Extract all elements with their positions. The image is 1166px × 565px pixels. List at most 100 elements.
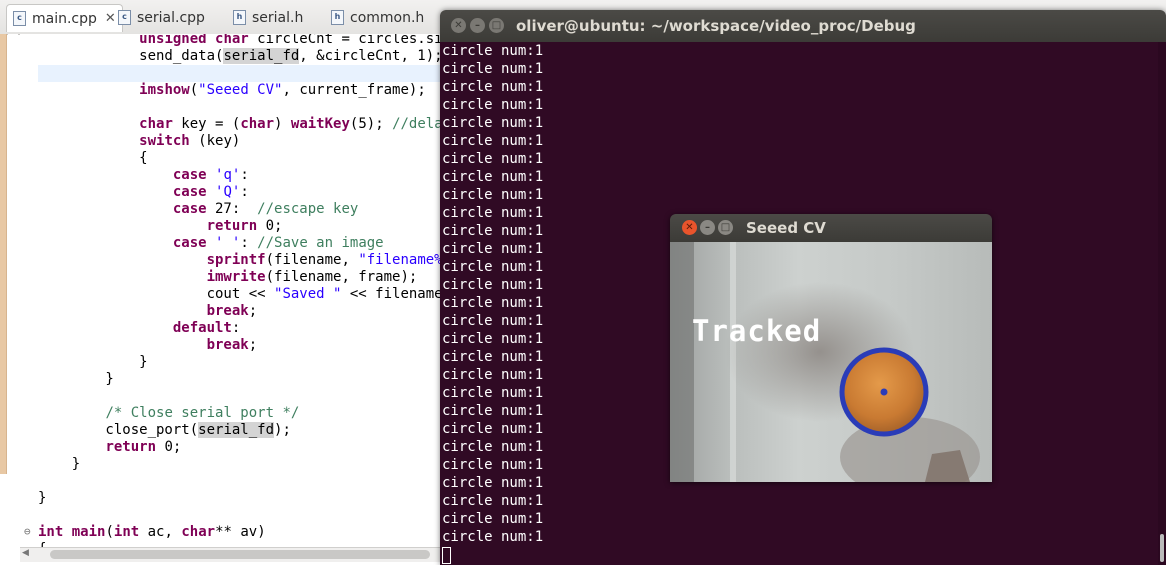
terminal-line: circle num:1 [442,205,544,221]
code-line: break; [38,303,258,320]
seeed-cv-window[interactable]: ✕ – □ Seeed CV Tracked [670,214,992,482]
close-window-icon[interactable]: ✕ [451,18,466,33]
terminal-scrollbar[interactable] [1158,42,1166,565]
code-token: ac, [139,524,182,540]
code-token: waitKey [290,116,350,132]
terminal-line: circle num:1 [442,331,544,347]
code-token: switch [139,133,190,149]
cv-window-titlebar[interactable]: ✕ – □ Seeed CV [670,214,992,242]
tab-serial-h[interactable]: h serial.h [233,4,303,31]
change-ruler [0,34,7,474]
editor-horizontal-scrollbar[interactable]: ◀ [20,547,440,562]
scrollbar-thumb[interactable] [50,550,430,559]
terminal-line: circle num:1 [442,97,544,113]
camera-scene [670,242,980,482]
code-token: //Save an image [257,235,384,251]
terminal-line: circle num:1 [442,457,544,473]
code-token: (filename, frame); [265,269,418,285]
code-line: default: [38,320,240,337]
code-token: ** av) [215,524,266,540]
code-line: return 0; [38,218,283,235]
tab-label: serial.h [252,9,304,26]
tracked-label: Tracked [692,314,822,348]
code-line: close_port(serial_fd); [38,422,291,439]
code-line: int main(int ac, char** av) [38,524,266,541]
scroll-left-icon[interactable]: ◀ [22,548,29,558]
terminal-line: circle num:1 [442,421,544,437]
terminal-line: circle num:1 [442,187,544,203]
code-token: 'q' [215,167,241,183]
code-line: send_data(serial_fd, &circleCnt, 1); [38,48,440,65]
code-token: { [38,150,148,166]
terminal-titlebar[interactable]: ✕ – □ oliver@ubuntu: ~/workspace/video_p… [440,10,1166,42]
code-token: 0; [257,218,283,234]
code-token: circleCnt = circles.size [248,34,440,47]
code-token: } [38,456,81,472]
code-line: return 0; [38,439,181,456]
code-token: //escape key [257,201,359,217]
code-token: << filename < [349,286,440,302]
code-token: return [105,439,157,455]
code-token: } [38,354,148,370]
code-token: "Seeed CV" [198,82,283,98]
code-token: ; [248,303,258,319]
maximize-window-icon[interactable]: □ [489,18,504,33]
terminal-line: circle num:1 [442,313,544,329]
scrollbar-thumb[interactable] [1160,534,1164,562]
terminal-line: circle num:1 [442,43,544,59]
code-token: (5); [349,116,393,132]
close-window-icon[interactable]: ✕ [682,220,697,235]
terminal-line: circle num:1 [442,79,544,95]
code-line: case 'Q': [38,184,249,201]
code-token: key = ( [172,116,241,132]
terminal-line: circle num:1 [442,511,544,527]
tab-serial-cpp[interactable]: c serial.cpp [118,4,205,31]
code-token: main [71,524,106,540]
code-token: } [38,371,114,387]
code-line: char key = (char) waitKey(5); //delay [38,116,440,133]
code-token: case [172,184,207,200]
terminal-line: circle num:1 [442,115,544,131]
tab-main-cpp[interactable]: c main.cpp ✕ [6,4,123,32]
close-tab-icon[interactable]: ✕ [105,11,116,26]
tab-common-h[interactable]: h common.h [331,4,424,31]
code-token: ); [274,422,291,438]
code-token: //delay [392,116,440,132]
code-token: } [38,490,47,506]
code-editor[interactable]: unsigned char circleCnt = circles.size s… [20,34,440,547]
tracking-center-dot [880,388,888,396]
cpp-file-icon: c [118,10,131,25]
code-line: case 'q': [38,167,249,184]
code-line: unsigned char circleCnt = circles.size [38,34,440,48]
terminal-line: circle num:1 [442,493,544,509]
tab-label: main.cpp [32,10,97,27]
minimize-window-icon[interactable]: – [700,220,715,235]
minimize-window-icon[interactable]: – [470,18,485,33]
terminal-line: circle num:1 [442,61,544,77]
code-token: : [231,320,241,336]
code-token: int [113,524,140,540]
terminal-line: circle num:1 [442,295,544,311]
code-token: (key) [189,133,241,149]
code-token: ( [105,524,114,540]
header-file-icon: h [331,10,344,25]
fold-toggle-icon[interactable]: ⊖ [24,525,31,538]
terminal-line: circle num:1 [442,385,544,401]
code-token: return [206,218,258,234]
code-token: imwrite [206,269,266,285]
terminal-line: circle num:1 [442,223,544,239]
current-line-highlight [38,65,440,82]
maximize-window-icon[interactable]: □ [718,220,733,235]
code-line: } [38,371,114,388]
